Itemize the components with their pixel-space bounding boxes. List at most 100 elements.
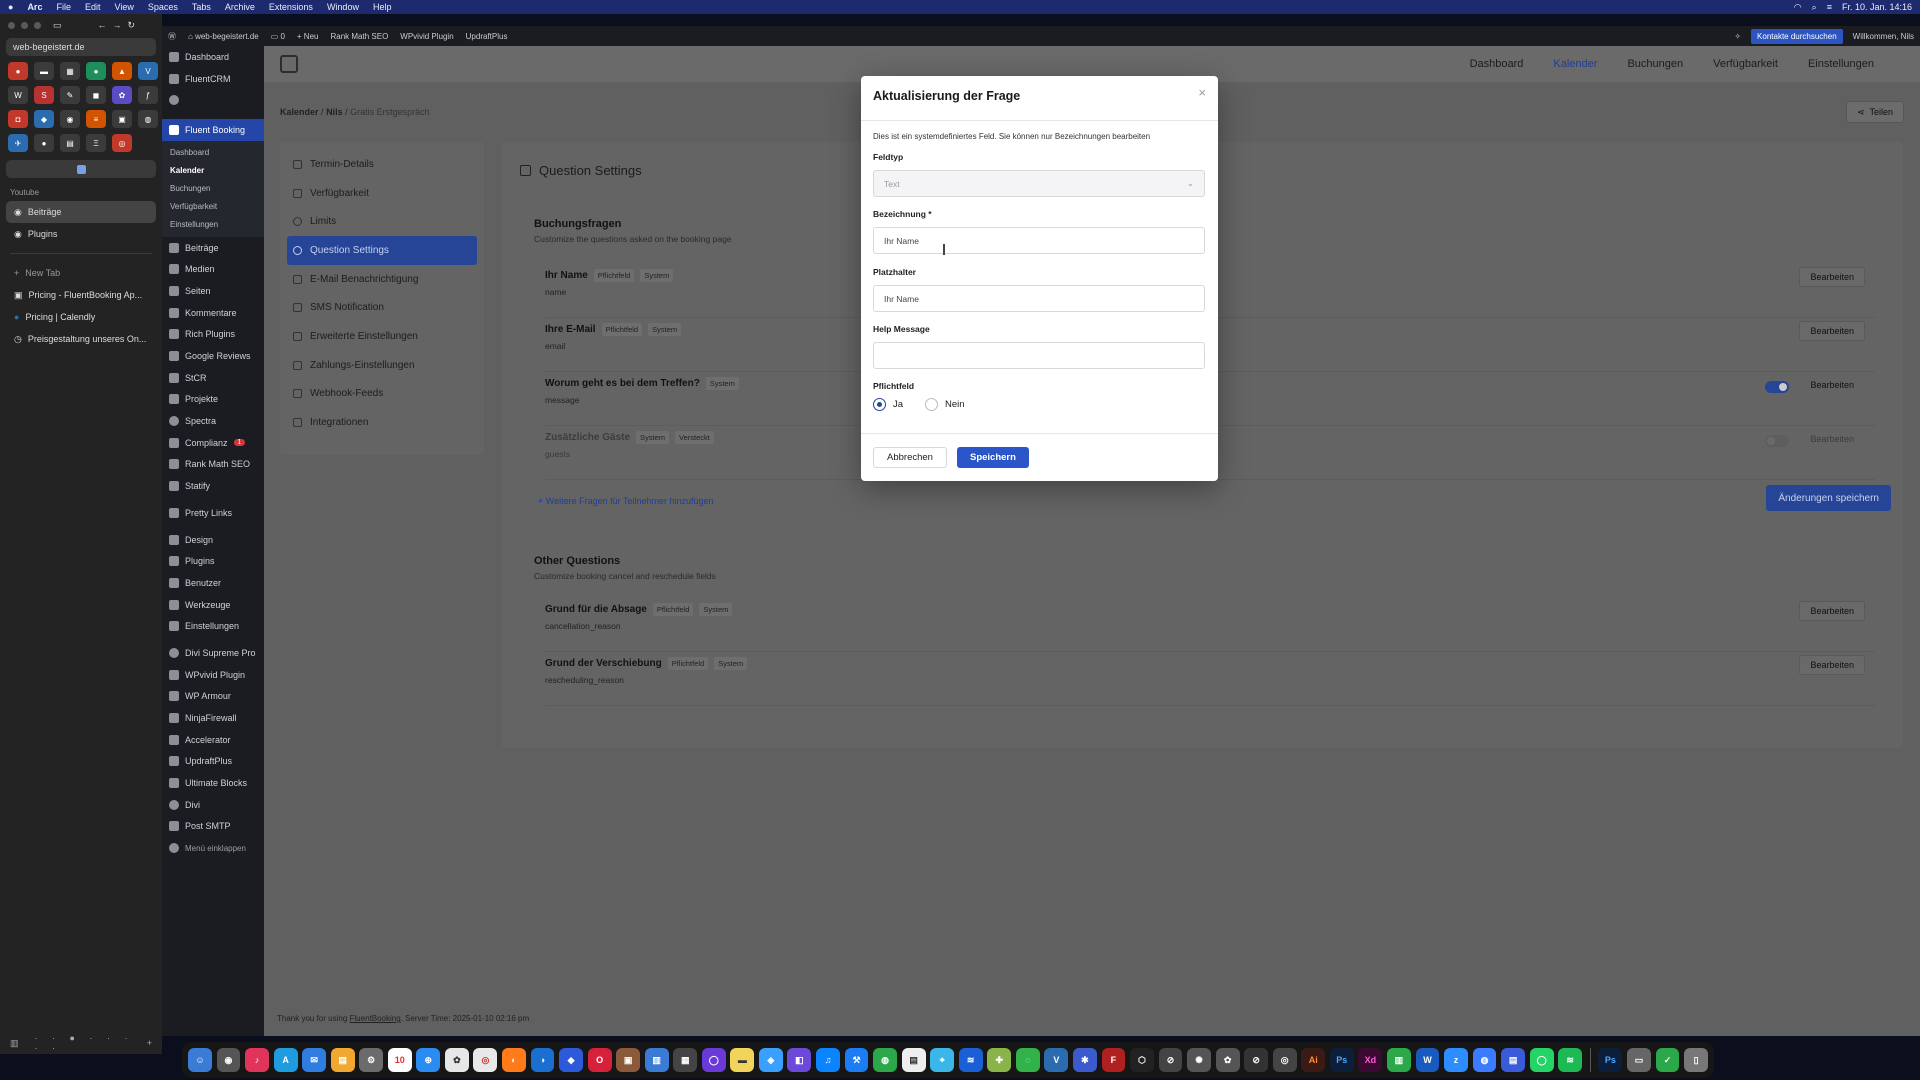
favorite-icon[interactable]: ƒ: [138, 86, 158, 104]
menu-beitraege[interactable]: Beiträge: [162, 237, 264, 259]
menu-projekte[interactable]: Projekte: [162, 389, 264, 411]
favorite-icon[interactable]: W: [8, 86, 28, 104]
app-icon[interactable]: ✺: [1187, 1048, 1211, 1072]
menu-rank-math[interactable]: Rank Math SEO: [162, 454, 264, 476]
nav-einstellungen[interactable]: Einstellungen: [1808, 58, 1874, 70]
breadcrumb-nils[interactable]: Nils: [326, 107, 343, 117]
mail-icon[interactable]: ✉: [302, 1048, 327, 1072]
app-icon[interactable]: ◧: [787, 1048, 812, 1072]
favorite-icon[interactable]: ◼: [86, 86, 106, 104]
updraftplus-link[interactable]: UpdraftPlus: [466, 32, 508, 41]
url-bar[interactable]: web-begeistert.de: [6, 38, 156, 56]
menu-stcr[interactable]: StCR: [162, 367, 264, 389]
reload-icon[interactable]: ↻: [128, 20, 136, 31]
favorite-icon[interactable]: ◘: [8, 110, 28, 128]
browser-icon[interactable]: ◆: [559, 1048, 583, 1072]
enabled-toggle[interactable]: [1765, 435, 1789, 447]
calculator-icon[interactable]: ▦: [673, 1048, 698, 1072]
app-icon[interactable]: ▤: [1501, 1048, 1526, 1072]
finder-icon[interactable]: ☺: [188, 1048, 212, 1072]
save-button[interactable]: Speichern: [957, 447, 1029, 468]
edit-button[interactable]: Bearbeiten: [1799, 655, 1865, 675]
site-home-link[interactable]: ⌂ web-begeistert.de: [188, 32, 259, 41]
spotify-icon[interactable]: ≋: [1558, 1048, 1583, 1072]
sidebar-toggle-icon[interactable]: ▭: [53, 20, 62, 31]
clock[interactable]: Fr. 10. Jan. 14:16: [1842, 2, 1912, 12]
app-icon[interactable]: ▥: [644, 1048, 669, 1072]
tab-preisgestaltung[interactable]: ◷ Preisgestaltung unseres On...: [6, 328, 156, 350]
photos-icon[interactable]: ✿: [444, 1048, 469, 1072]
xd-icon[interactable]: Xd: [1358, 1048, 1383, 1072]
favorite-icon[interactable]: ◍: [138, 110, 158, 128]
messages-icon[interactable]: ◌: [1015, 1048, 1040, 1072]
pinned-tab-beitraege[interactable]: ◉ Beiträge: [6, 201, 156, 223]
favorite-icon[interactable]: ✈: [8, 134, 28, 152]
menu-werkzeuge[interactable]: Werkzeuge: [162, 594, 264, 616]
menu-accelerator[interactable]: Accelerator: [162, 729, 264, 751]
menu-wp-armour[interactable]: WP Armour: [162, 686, 264, 708]
settings-limits[interactable]: Limits: [287, 207, 477, 236]
wordpress-logo-icon[interactable]: Ⓦ: [168, 31, 176, 42]
illustrator-icon[interactable]: Ai: [1301, 1048, 1326, 1072]
close-icon[interactable]: ×: [1198, 85, 1206, 100]
trash-icon[interactable]: ▯: [1684, 1048, 1708, 1072]
menu-plugins[interactable]: Plugins: [162, 550, 264, 572]
menu-design[interactable]: Design: [162, 529, 264, 551]
system-settings-icon[interactable]: ⚙: [359, 1048, 384, 1072]
notes-icon[interactable]: ▤: [330, 1048, 355, 1072]
help-message-input[interactable]: [873, 342, 1205, 369]
preview-icon[interactable]: ▭: [1627, 1048, 1651, 1072]
app-icon[interactable]: ⊘: [1158, 1048, 1183, 1072]
menu-spaces[interactable]: Spaces: [148, 2, 178, 12]
required-no-radio[interactable]: Nein: [925, 398, 965, 411]
cancel-button[interactable]: Abbrechen: [873, 447, 947, 468]
favorite-icon[interactable]: ▣: [112, 110, 132, 128]
menu-tabs[interactable]: Tabs: [192, 2, 211, 12]
breadcrumb-kalender[interactable]: Kalender: [280, 107, 319, 117]
edit-button[interactable]: Bearbeiten: [1799, 375, 1865, 395]
menu-fluent-booking[interactable]: Fluent Booking: [162, 119, 264, 141]
menu-archive[interactable]: Archive: [225, 2, 255, 12]
opera-icon[interactable]: O: [587, 1048, 612, 1072]
fluent-booking-logo-icon[interactable]: [280, 55, 298, 73]
share-button[interactable]: ⋖ Teilen: [1845, 101, 1904, 123]
submenu-einstellungen[interactable]: Einstellungen: [162, 216, 264, 234]
favorite-icon[interactable]: ▲: [112, 62, 132, 80]
favorite-icon[interactable]: ◎: [112, 134, 132, 152]
app-icon[interactable]: ⬡: [1130, 1048, 1154, 1072]
sparkle-icon[interactable]: ✧: [1734, 32, 1741, 41]
pinned-app-tile[interactable]: [6, 160, 156, 178]
nav-dashboard[interactable]: Dashboard: [1470, 58, 1524, 70]
add-question-link[interactable]: + Weitere Fragen für Teilnehmer hinzufüg…: [538, 496, 714, 506]
label-input[interactable]: [873, 227, 1205, 254]
music-icon[interactable]: ♪: [245, 1048, 269, 1072]
nav-buchungen[interactable]: Buchungen: [1627, 58, 1683, 70]
favorite-icon[interactable]: ◆: [34, 110, 54, 128]
photoshop-recent-icon[interactable]: Ps: [1598, 1048, 1623, 1072]
app-icon[interactable]: ✱: [1072, 1048, 1097, 1072]
back-icon[interactable]: ←: [98, 20, 107, 30]
menu-help[interactable]: Help: [373, 2, 392, 12]
firefox-icon[interactable]: ◐: [502, 1048, 526, 1072]
add-space-icon[interactable]: +: [147, 1038, 152, 1048]
settings-verfuegbarkeit[interactable]: Verfügbarkeit: [287, 179, 477, 208]
app-icon[interactable]: ◎: [1272, 1048, 1297, 1072]
favorite-icon[interactable]: ▤: [60, 134, 80, 152]
favorite-icon[interactable]: ◉: [60, 110, 80, 128]
submenu-buchungen[interactable]: Buchungen: [162, 180, 264, 198]
minimize-window-icon[interactable]: [21, 21, 28, 29]
notes-app-icon[interactable]: ▬: [730, 1048, 755, 1072]
maps-icon[interactable]: ⌖: [930, 1048, 955, 1072]
settings-webhooks[interactable]: Webhook-Feeds: [287, 380, 477, 409]
submenu-verfuegbarkeit[interactable]: Verfügbarkeit: [162, 198, 264, 216]
app-icon[interactable]: ♫: [816, 1048, 840, 1072]
pinned-tab-plugins[interactable]: ◉ Plugins: [6, 223, 156, 245]
favorite-icon[interactable]: ▬: [34, 62, 54, 80]
calendar-icon[interactable]: 10: [387, 1048, 412, 1072]
edit-button[interactable]: Bearbeiten: [1799, 429, 1865, 449]
welcome-user[interactable]: Willkommen, Nils: [1853, 32, 1914, 41]
app-icon[interactable]: ✿: [1215, 1048, 1240, 1072]
menu-complianz[interactable]: Complianz 1: [162, 432, 264, 454]
save-changes-button[interactable]: Änderungen speichern: [1766, 485, 1891, 511]
menu-statify[interactable]: Statify: [162, 475, 264, 497]
